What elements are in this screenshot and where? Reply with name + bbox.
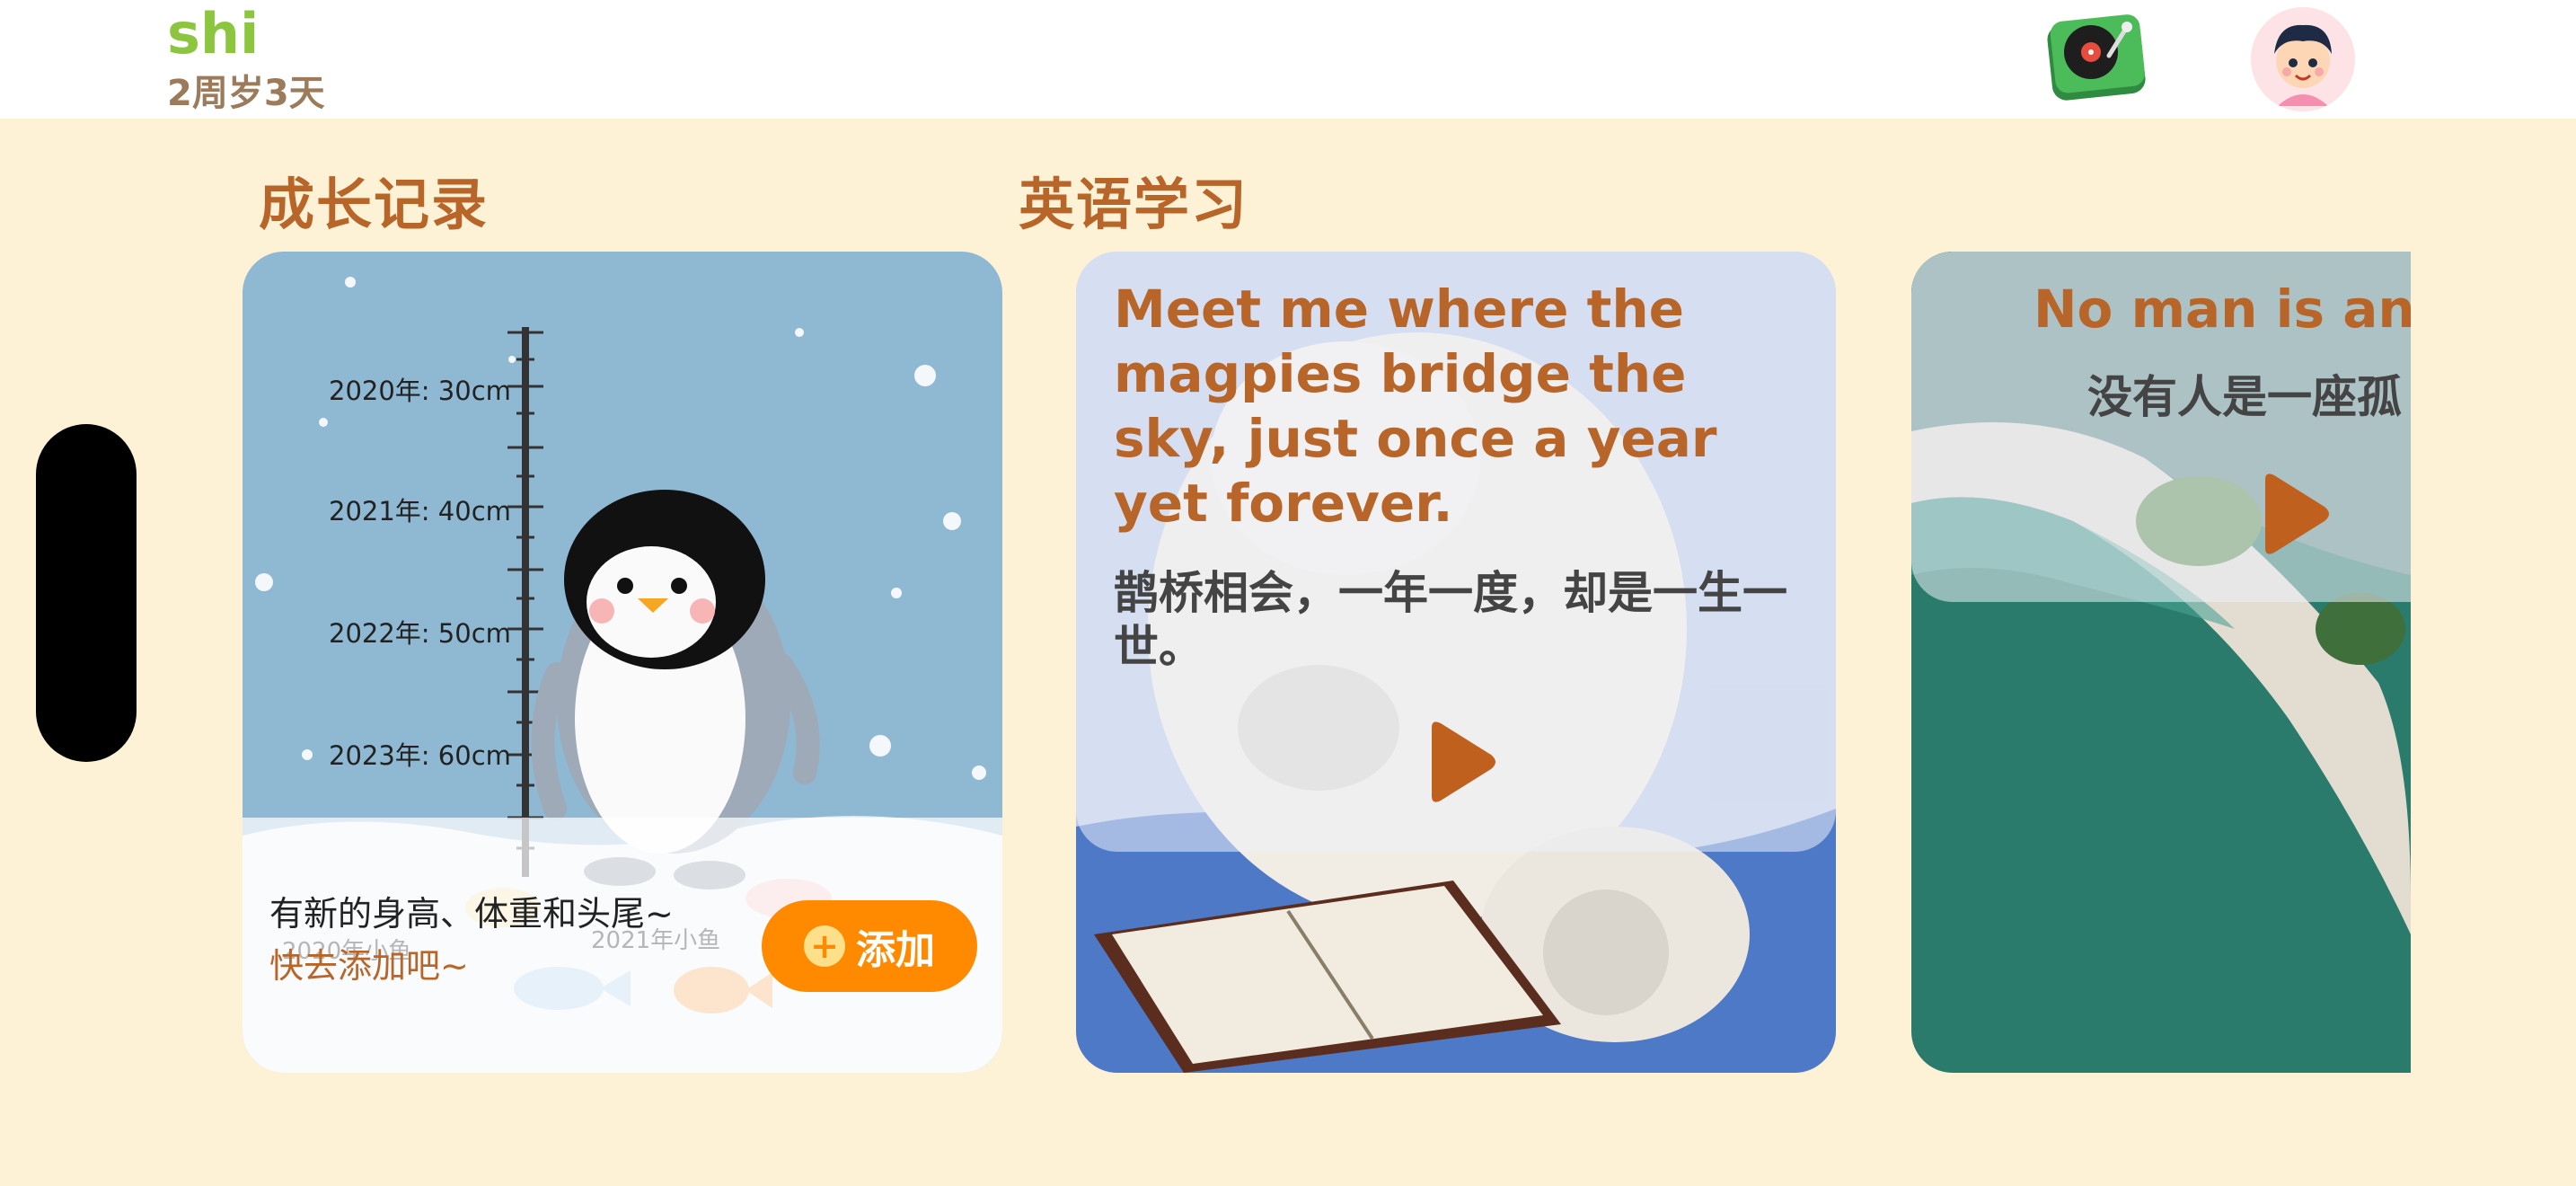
- turntable-icon: [2047, 14, 2146, 101]
- play-icon: [1432, 721, 1495, 802]
- english-quote-card-2[interactable]: No man is an is 没有人是一座孤: [1911, 252, 2411, 1073]
- ruler-label-2023: 2023年: 60cm: [329, 740, 511, 771]
- add-button-label: 添加: [856, 927, 935, 973]
- add-growth-record-button[interactable]: + 添加: [762, 900, 977, 992]
- ruler-label-2022: 2022年: 50cm: [329, 618, 511, 649]
- play-audio-button-2[interactable]: [2253, 471, 2333, 561]
- chinese-translation-text-2: 没有人是一座孤: [2087, 371, 2402, 423]
- top-bar: shi 2周岁3天: [0, 0, 2576, 119]
- avatar[interactable]: [2251, 7, 2355, 111]
- music-player-button[interactable]: [2044, 14, 2148, 104]
- growth-prompt-line-1: 有新的身高、体重和头尾~: [269, 894, 674, 934]
- growth-record-card[interactable]: 2020年: 30cm 2021年: 40cm 2022年: 50cm 2023…: [243, 252, 1002, 1073]
- child-name: shi: [167, 1, 260, 66]
- growth-section-title: 成长记录: [259, 172, 490, 237]
- ruler-label-2020: 2020年: 30cm: [329, 376, 511, 406]
- ruler-label-2021: 2021年: 40cm: [329, 496, 511, 527]
- chinese-translation-text: 鹊桥相会，一年一度，却是一生一世。: [1114, 567, 1787, 673]
- play-audio-button[interactable]: [1419, 719, 1500, 809]
- english-quote-text-2: No man is an is: [2033, 279, 2411, 340]
- english-quote-text: Meet me where the magpies bridge the sky…: [1114, 279, 1717, 534]
- play-icon: [2265, 474, 2329, 554]
- side-drawer-handle[interactable]: [36, 424, 137, 762]
- plus-icon: +: [804, 925, 845, 967]
- english-quote-card[interactable]: Meet me where the magpies bridge the sky…: [1076, 252, 1836, 1073]
- english-section-title: 英语学习: [1019, 172, 1249, 237]
- child-avatar-icon: [2251, 7, 2355, 111]
- child-age: 2周岁3天: [167, 73, 325, 114]
- growth-prompt-line-2: 快去添加吧~: [269, 946, 469, 986]
